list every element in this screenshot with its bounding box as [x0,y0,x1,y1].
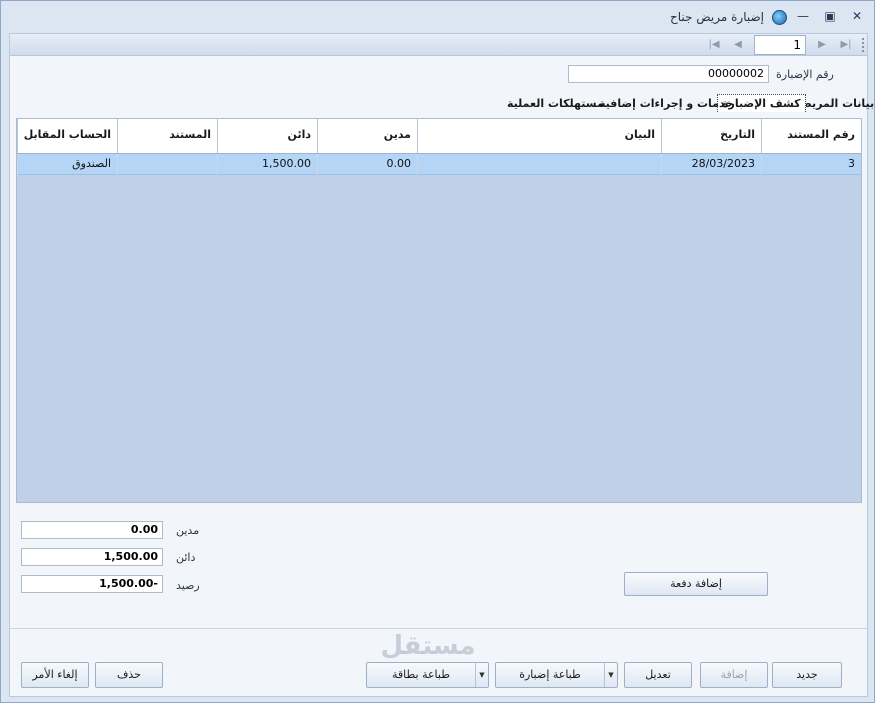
edit-button[interactable]: تعديل [624,662,692,688]
statement-grid[interactable]: رقم المستند التاريخ البيان مدين دائن الم… [16,118,862,503]
separator [10,628,867,629]
column-header-date[interactable]: التاريخ [661,119,761,153]
file-number-field[interactable]: 00000002 [568,65,769,83]
column-header-doc-number[interactable]: رقم المستند [761,119,861,153]
add-button[interactable]: إضافة [700,662,768,688]
cell-statement [417,154,661,175]
minimize-icon[interactable]: — [794,8,812,24]
file-number-label: رقم الإضبارة [776,68,834,81]
last-record-icon[interactable]: ▶| [836,37,856,53]
cell-counter-account: الصندوق [17,154,117,175]
grid-header: رقم المستند التاريخ البيان مدين دائن الم… [17,119,861,154]
cell-doc-number: 3 [761,154,861,175]
column-header-document[interactable]: المستند [117,119,217,153]
column-header-debit[interactable]: مدين [317,119,417,153]
table-row[interactable]: 3 28/03/2023 0.00 1,500.00 الصندوق [17,154,861,175]
cell-date: 28/03/2023 [661,154,761,175]
previous-record-icon[interactable]: ◀ [728,37,748,53]
debit-total-field: 0.00 [21,521,163,539]
new-button[interactable]: جديد [772,662,842,688]
column-header-counter-account[interactable]: الحساب المقابل [17,119,117,153]
print-file-label: طباعة إضبارة [519,668,581,681]
form-client-area: |◀ ◀ 1 ▶ ▶| رقم الإضبارة 00000002 بيانات… [9,33,874,697]
tab-additional-services[interactable]: خدمات و إجراءات إضافية [595,95,737,113]
print-card-button[interactable]: طباعة بطاقة ▼ [366,662,489,688]
main-window: إضبارة مريض جناح — ▣ ✕ |◀ ◀ 1 ▶ ▶| رقم ا… [0,0,875,703]
debit-total-label: مدين [176,524,200,537]
cancel-button[interactable]: إلغاء الأمر [21,662,89,688]
print-card-dropdown-icon[interactable]: ▼ [475,663,488,687]
print-card-label: طباعة بطاقة [392,668,450,681]
maximize-icon[interactable]: ▣ [821,8,839,24]
record-navigator: |◀ ◀ 1 ▶ ▶| [10,34,867,56]
close-icon[interactable]: ✕ [848,8,866,24]
column-header-credit[interactable]: دائن [217,119,317,153]
cell-credit: 1,500.00 [217,154,317,175]
delete-button[interactable]: حذف [95,662,163,688]
column-header-statement[interactable]: البيان [417,119,661,153]
window-title: إضبارة مريض جناح [669,10,764,24]
credit-total-field: 1,500.00 [21,548,163,566]
credit-total-label: دائن [176,551,196,564]
app-icon [772,10,787,25]
print-file-button[interactable]: طباعة إضبارة ▼ [495,662,618,688]
record-number-input[interactable]: 1 [754,35,806,55]
next-record-icon[interactable]: ▶ [812,37,832,53]
toolbar-grip[interactable] [862,38,865,52]
print-file-dropdown-icon[interactable]: ▼ [604,663,617,687]
add-payment-button[interactable]: إضافة دفعة [624,572,768,596]
balance-field: 1,500.00- [21,575,163,593]
tab-operation-consumables[interactable]: مستهلكات العملية [503,95,608,113]
cell-document [117,154,217,175]
first-record-icon[interactable]: |◀ [704,37,724,53]
cell-debit: 0.00 [317,154,417,175]
balance-label: رصيد [176,579,200,592]
title-bar: إضبارة مريض جناح — ▣ ✕ [1,1,874,33]
